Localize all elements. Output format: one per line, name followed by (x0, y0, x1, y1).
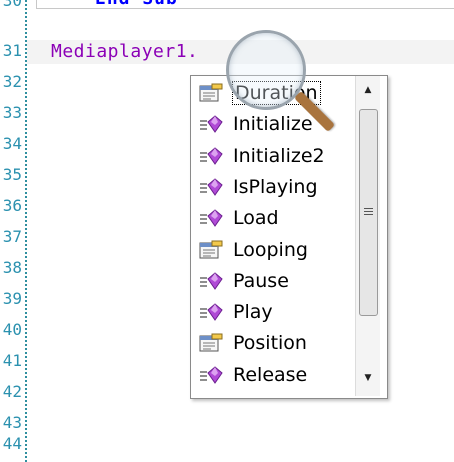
grip-line (364, 208, 373, 209)
autocomplete-item[interactable]: IsPlaying (197, 173, 318, 201)
autocomplete-item-label: Initialize2 (233, 144, 325, 167)
autocomplete-item[interactable]: Initialize (197, 110, 313, 138)
line-number: 32 (2, 72, 22, 91)
autocomplete-item-label: Position (233, 332, 307, 355)
autocomplete-item[interactable]: Pause (197, 267, 289, 295)
scroll-down-arrow-icon[interactable]: ▼ (356, 368, 380, 388)
autocomplete-item-label: Play (233, 301, 273, 324)
autocomplete-item[interactable]: Position (197, 329, 307, 357)
property-icon (197, 238, 225, 262)
grip-line (364, 214, 373, 215)
autocomplete-item[interactable]: Looping (197, 236, 308, 264)
grip-line (364, 211, 373, 212)
line-number: 30 (2, 0, 22, 10)
autocomplete-scrollbar[interactable]: ▲ ▼ (355, 76, 380, 396)
autocomplete-item-label: Initialize (233, 113, 313, 136)
method-icon (197, 175, 225, 199)
gutter-divider (25, 0, 27, 462)
method-icon (197, 363, 225, 387)
autocomplete-item[interactable]: Initialize2 (197, 142, 325, 170)
property-icon (197, 331, 225, 355)
autocomplete-item-label: Load (233, 207, 279, 230)
line-number: 34 (2, 134, 22, 153)
line-number: 38 (2, 258, 22, 277)
line-number: 43 (2, 413, 22, 432)
autocomplete-item[interactable]: Load (197, 204, 279, 232)
autocomplete-popup[interactable]: Duration Initialize Initialize2 IsPlaying Lo… (190, 75, 388, 399)
autocomplete-item[interactable]: Release (197, 361, 307, 389)
method-icon (197, 144, 225, 168)
line-number: 44 (2, 434, 22, 453)
scrollbar-thumb[interactable] (359, 109, 378, 316)
method-icon (197, 112, 225, 136)
autocomplete-item-label: Pause (233, 269, 289, 292)
autocomplete-item-label: Release (233, 363, 308, 386)
method-icon (197, 206, 225, 230)
autocomplete-item-label: Looping (233, 238, 308, 261)
line-number: 31 (2, 41, 22, 60)
end-sub-keyword: End Sub (95, 0, 178, 9)
code-editor-line[interactable]: Mediaplayer1. (51, 41, 198, 62)
autocomplete-item[interactable]: Play (197, 298, 273, 326)
method-icon (197, 300, 225, 324)
autocomplete-item-label: IsPlaying (233, 175, 318, 198)
method-icon (197, 269, 225, 293)
line-number-gutter: 30 31 32 33 34 35 36 37 38 39 40 41 42 4… (0, 0, 27, 462)
scroll-up-arrow-icon[interactable]: ▲ (356, 80, 380, 100)
line-number: 42 (2, 382, 22, 401)
line-number: 33 (2, 103, 22, 122)
line-number: 40 (2, 320, 22, 339)
line-number: 39 (2, 289, 22, 308)
line-number: 35 (2, 165, 22, 184)
property-icon (197, 81, 225, 105)
line-number: 41 (2, 351, 22, 370)
line-number: 36 (2, 196, 22, 215)
line-number: 37 (2, 227, 22, 246)
